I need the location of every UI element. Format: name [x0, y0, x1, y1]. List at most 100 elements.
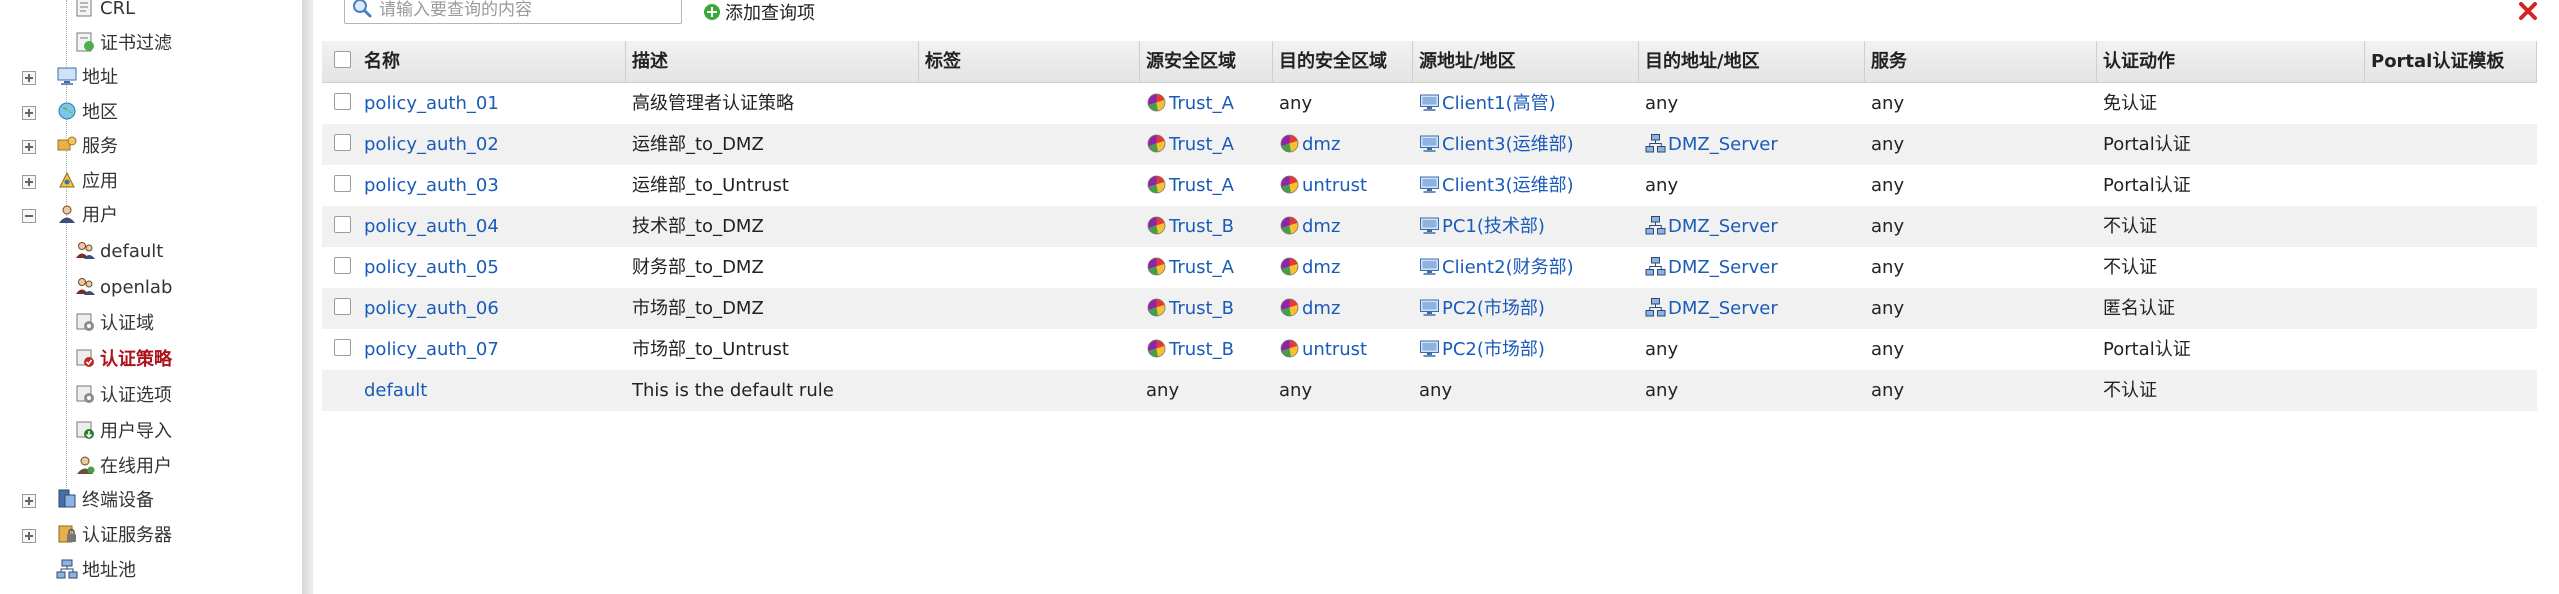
sidebar-item-4[interactable]: 服务 [56, 132, 118, 162]
row-checkbox[interactable] [334, 134, 351, 151]
table-row[interactable]: policy_auth_04 技术部_to_DMZ Trust_B dmz PC1(技术… [322, 206, 2537, 247]
row-checkbox[interactable] [334, 257, 351, 274]
close-icon[interactable] [2517, 0, 2539, 22]
sidebar-item-7[interactable]: default [74, 237, 163, 267]
cell-tag [919, 83, 1140, 124]
column-header-name[interactable]: 名称 [358, 41, 626, 82]
tree-expander-expand[interactable] [22, 140, 36, 154]
row-checkbox[interactable] [334, 175, 351, 192]
column-header-destination-address[interactable]: 目的地址/地区 [1639, 41, 1865, 82]
sidebar-item-6[interactable]: 用户 [56, 201, 118, 231]
column-header-portal-template[interactable]: Portal认证模板 [2365, 41, 2537, 82]
policy-name-link[interactable]: policy_auth_01 [364, 93, 499, 114]
sidebar-item-10[interactable]: 认证策略 [74, 345, 172, 375]
row-checkbox[interactable] [334, 298, 351, 315]
user-group-icon [74, 277, 96, 298]
cell-portal-template [2365, 165, 2537, 206]
tree-expander-expand[interactable] [22, 529, 36, 543]
column-header-tag[interactable]: 标签 [919, 41, 1140, 82]
object-link[interactable]: dmz [1302, 216, 1340, 237]
column-header-destination-zone[interactable]: 目的安全区域 [1273, 41, 1413, 82]
sidebar-item-2[interactable]: 地址 [56, 63, 118, 93]
sidebar-item-9[interactable]: 认证域 [74, 309, 154, 339]
object-link[interactable]: Client2(财务部) [1442, 257, 1574, 278]
sidebar-item-14[interactable]: 终端设备 [56, 486, 154, 516]
object-link[interactable]: Trust_A [1169, 175, 1234, 196]
sidebar-item-0[interactable]: CRL [74, 0, 135, 24]
object-link[interactable]: Trust_A [1169, 257, 1234, 278]
object-link[interactable]: Trust_A [1169, 134, 1234, 155]
object-link[interactable]: Trust_B [1169, 339, 1234, 360]
object-link[interactable]: dmz [1302, 257, 1340, 278]
table-row[interactable]: policy_auth_03 运维部_to_Untrust Trust_A untru… [322, 165, 2537, 206]
table-row[interactable]: policy_auth_02 运维部_to_DMZ Trust_A dmz Client… [322, 124, 2537, 165]
policy-name-link[interactable]: policy_auth_07 [364, 339, 499, 360]
column-header-source-address[interactable]: 源地址/地区 [1413, 41, 1639, 82]
object-link[interactable]: PC2(市场部) [1442, 339, 1545, 360]
cell-text: any [1871, 93, 1905, 114]
object-link[interactable]: DMZ_Server [1668, 257, 1778, 278]
sidebar-item-11[interactable]: 认证选项 [74, 381, 172, 411]
object-link[interactable]: DMZ_Server [1668, 216, 1778, 237]
cell-destination-address: DMZ_Server [1639, 124, 1865, 165]
object-link[interactable]: Client3(运维部) [1442, 134, 1574, 155]
table-row[interactable]: policy_auth_06 市场部_to_DMZ Trust_B dmz PC2(市场… [322, 288, 2537, 329]
object-link[interactable]: DMZ_Server [1668, 298, 1778, 319]
sidebar-item-15[interactable]: 认证服务器 [56, 521, 172, 551]
sidebar-item-12[interactable]: 用户导入 [74, 417, 172, 447]
object-link[interactable]: Trust_B [1169, 216, 1234, 237]
sidebar-item-13[interactable]: 在线用户 [74, 452, 172, 482]
tree-expander-expand[interactable] [22, 71, 36, 85]
search-box[interactable] [344, 0, 682, 25]
cell-auth-action: 不认证 [2097, 206, 2365, 247]
column-header-auth-action[interactable]: 认证动作 [2097, 41, 2365, 82]
table-row[interactable]: policy_auth_07 市场部_to_Untrust Trust_B untru… [322, 329, 2537, 370]
policy-name-link[interactable]: default [364, 380, 427, 401]
object-link[interactable]: Trust_A [1169, 93, 1234, 114]
sidebar-item-8[interactable]: openlab [74, 273, 172, 303]
table-row[interactable]: policy_auth_01 高级管理者认证策略 Trust_A any Client1… [322, 83, 2537, 124]
sidebar-item-5[interactable]: 应用 [56, 167, 118, 197]
object-link[interactable]: dmz [1302, 298, 1340, 319]
select-all-checkbox[interactable] [334, 51, 351, 68]
cell-source-address: Client3(运维部) [1413, 165, 1639, 206]
policy-name-link[interactable]: policy_auth_02 [364, 134, 499, 155]
search-input[interactable] [377, 0, 677, 25]
object-link[interactable]: untrust [1302, 175, 1367, 196]
tree-expander-collapse[interactable] [22, 209, 36, 223]
policy-name-link[interactable]: policy_auth_04 [364, 216, 499, 237]
column-header-description[interactable]: 描述 [626, 41, 919, 82]
tree-expander-expand[interactable] [22, 175, 36, 189]
table-row[interactable]: policy_auth_05 财务部_to_DMZ Trust_A dmz Client… [322, 247, 2537, 288]
add-query-button[interactable]: 添加查询项 [703, 0, 815, 28]
table-row[interactable]: default This is the default rule any any any… [322, 370, 2537, 411]
sidebar-splitter[interactable] [303, 0, 313, 594]
security-zone-icon [1279, 339, 1302, 360]
policy-name-link[interactable]: policy_auth_03 [364, 175, 499, 196]
column-header-source-zone[interactable]: 源安全区域 [1140, 41, 1273, 82]
security-zone-icon [1146, 339, 1169, 360]
sidebar-item-label: 认证域 [100, 313, 154, 334]
column-header-service[interactable]: 服务 [1865, 41, 2097, 82]
object-link[interactable]: DMZ_Server [1668, 134, 1778, 155]
sidebar-item-3[interactable]: 地区 [56, 98, 118, 128]
object-link[interactable]: Trust_B [1169, 298, 1234, 319]
row-checkbox[interactable] [334, 339, 351, 356]
row-checkbox[interactable] [334, 216, 351, 233]
row-checkbox[interactable] [334, 93, 351, 110]
host-icon [1419, 134, 1442, 155]
object-link[interactable]: dmz [1302, 134, 1340, 155]
address-pool-icon [56, 559, 78, 581]
policy-name-link[interactable]: policy_auth_06 [364, 298, 499, 319]
object-link[interactable]: Client3(运维部) [1442, 175, 1574, 196]
object-link[interactable]: Client1(高管) [1442, 93, 1556, 114]
tree-expander-expand[interactable] [22, 106, 36, 120]
policy-name-link[interactable]: policy_auth_05 [364, 257, 499, 278]
sidebar-item-16[interactable]: 地址池 [56, 556, 136, 586]
object-link[interactable]: PC1(技术部) [1442, 216, 1545, 237]
tree-expander-expand[interactable] [22, 494, 36, 508]
object-link[interactable]: untrust [1302, 339, 1367, 360]
sidebar-item-1[interactable]: 证书过滤 [74, 29, 172, 59]
object-link[interactable]: PC2(市场部) [1442, 298, 1545, 319]
cell-description: 市场部_to_Untrust [626, 329, 919, 370]
